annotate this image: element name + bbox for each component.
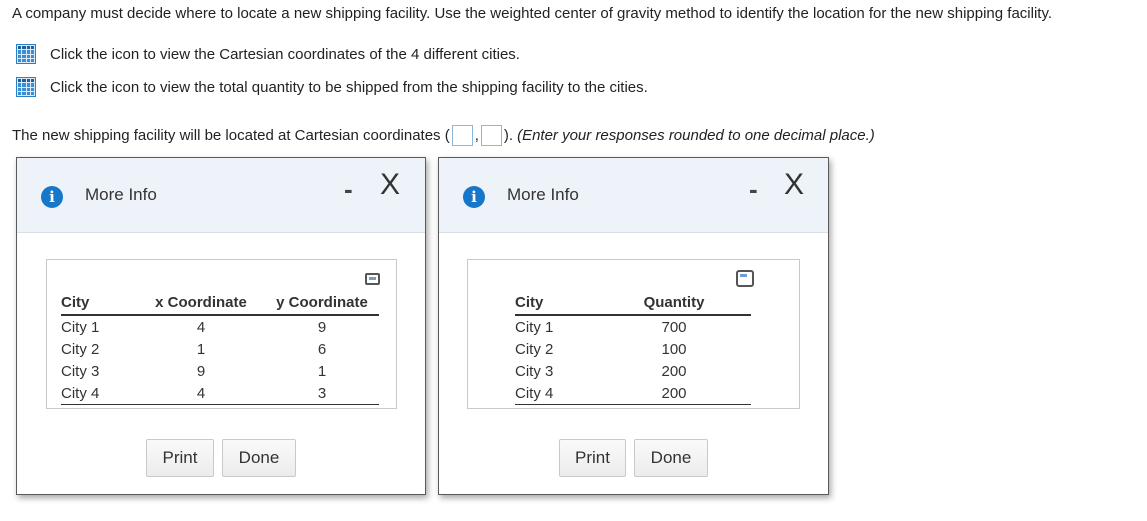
table-header-row: City Quantity [515,290,751,316]
x-coordinate-input[interactable] [451,125,473,146]
close-button[interactable]: X [380,170,400,200]
column-header: City [515,290,597,316]
table-row: City 1 4 9 [61,315,379,338]
table-cell: 100 [661,340,687,358]
table-cell: 6 [317,340,327,358]
table-cell: City 3 [61,362,100,380]
done-button[interactable]: Done [222,439,296,477]
table-grid-icon[interactable] [16,44,36,64]
minimize-button[interactable]: - [344,174,353,204]
coordinates-dialog: i More Info - X City x Coordinate y Coor… [16,157,426,495]
answer-hint: (Enter your responses rounded to one dec… [517,127,875,144]
table-cell: City 1 [515,318,554,336]
coordinates-table: City x Coordinate y Coordinate City 1 4 … [61,290,379,405]
table-cell: City 3 [515,362,554,380]
info-icon: i [41,186,63,208]
copy-icon[interactable] [365,273,380,285]
minimize-button[interactable]: - [749,174,758,204]
answer-prefix: The new shipping facility will be locate… [12,127,450,144]
dialog-header: i More Info - X [17,158,425,233]
coordinates-link-text: Click the icon to view the Cartesian coo… [50,45,520,63]
table-row: City 1 700 [515,315,751,338]
table-row: City 3 200 [515,360,751,382]
table-cell: 200 [597,382,751,405]
quantity-link-text: Click the icon to view the total quantit… [50,78,648,96]
table-row: City 2 1 6 [61,338,379,360]
table-cell: City 1 [61,318,100,336]
table-cell: 9 [317,318,327,336]
close-button[interactable]: X [784,170,804,200]
copy-icon[interactable] [736,270,754,287]
question-text: A company must decide where to locate a … [12,5,1053,22]
quantity-link-row: Click the icon to view the total quantit… [16,77,648,97]
column-header: City [61,290,137,316]
table-cell: 4 [196,318,206,336]
table-row: City 2 100 [515,338,751,360]
table-row: City 4 200 [515,382,751,405]
coordinates-link-row: Click the icon to view the Cartesian coo… [16,44,520,64]
done-button[interactable]: Done [634,439,708,477]
table-panel: City Quantity City 1 700 City 2 100 City… [467,259,800,409]
table-cell: City 4 [61,382,137,405]
table-row: City 3 9 1 [61,360,379,382]
table-cell: 1 [317,362,327,380]
table-cell: 3 [265,382,379,405]
table-row: City 4 4 3 [61,382,379,405]
column-header: Quantity [597,290,751,316]
table-cell: 200 [661,362,687,380]
quantity-dialog: i More Info - X City Quantity City 1 700… [438,157,829,495]
table-grid-icon[interactable] [16,77,36,97]
column-header: x Coordinate [137,290,265,316]
table-cell: 4 [137,382,265,405]
print-button[interactable]: Print [146,439,214,477]
dialog-title: More Info [507,185,579,204]
column-header: y Coordinate [265,290,379,316]
info-icon: i [463,186,485,208]
answer-line: The new shipping facility will be locate… [12,125,875,146]
table-cell: 9 [196,362,206,380]
table-header-row: City x Coordinate y Coordinate [61,290,379,316]
table-cell: City 4 [515,382,597,405]
answer-separator: , [474,127,479,144]
table-cell: 700 [661,318,687,336]
table-cell: City 2 [515,340,554,358]
table-cell: City 2 [61,340,100,358]
dialog-header: i More Info - X [439,158,828,233]
table-panel: City x Coordinate y Coordinate City 1 4 … [46,259,397,409]
quantity-table: City Quantity City 1 700 City 2 100 City… [515,290,751,405]
dialog-title: More Info [85,185,157,204]
print-button[interactable]: Print [559,439,626,477]
y-coordinate-input[interactable] [480,125,502,146]
table-cell: 1 [196,340,206,358]
answer-suffix: ). [503,127,514,144]
